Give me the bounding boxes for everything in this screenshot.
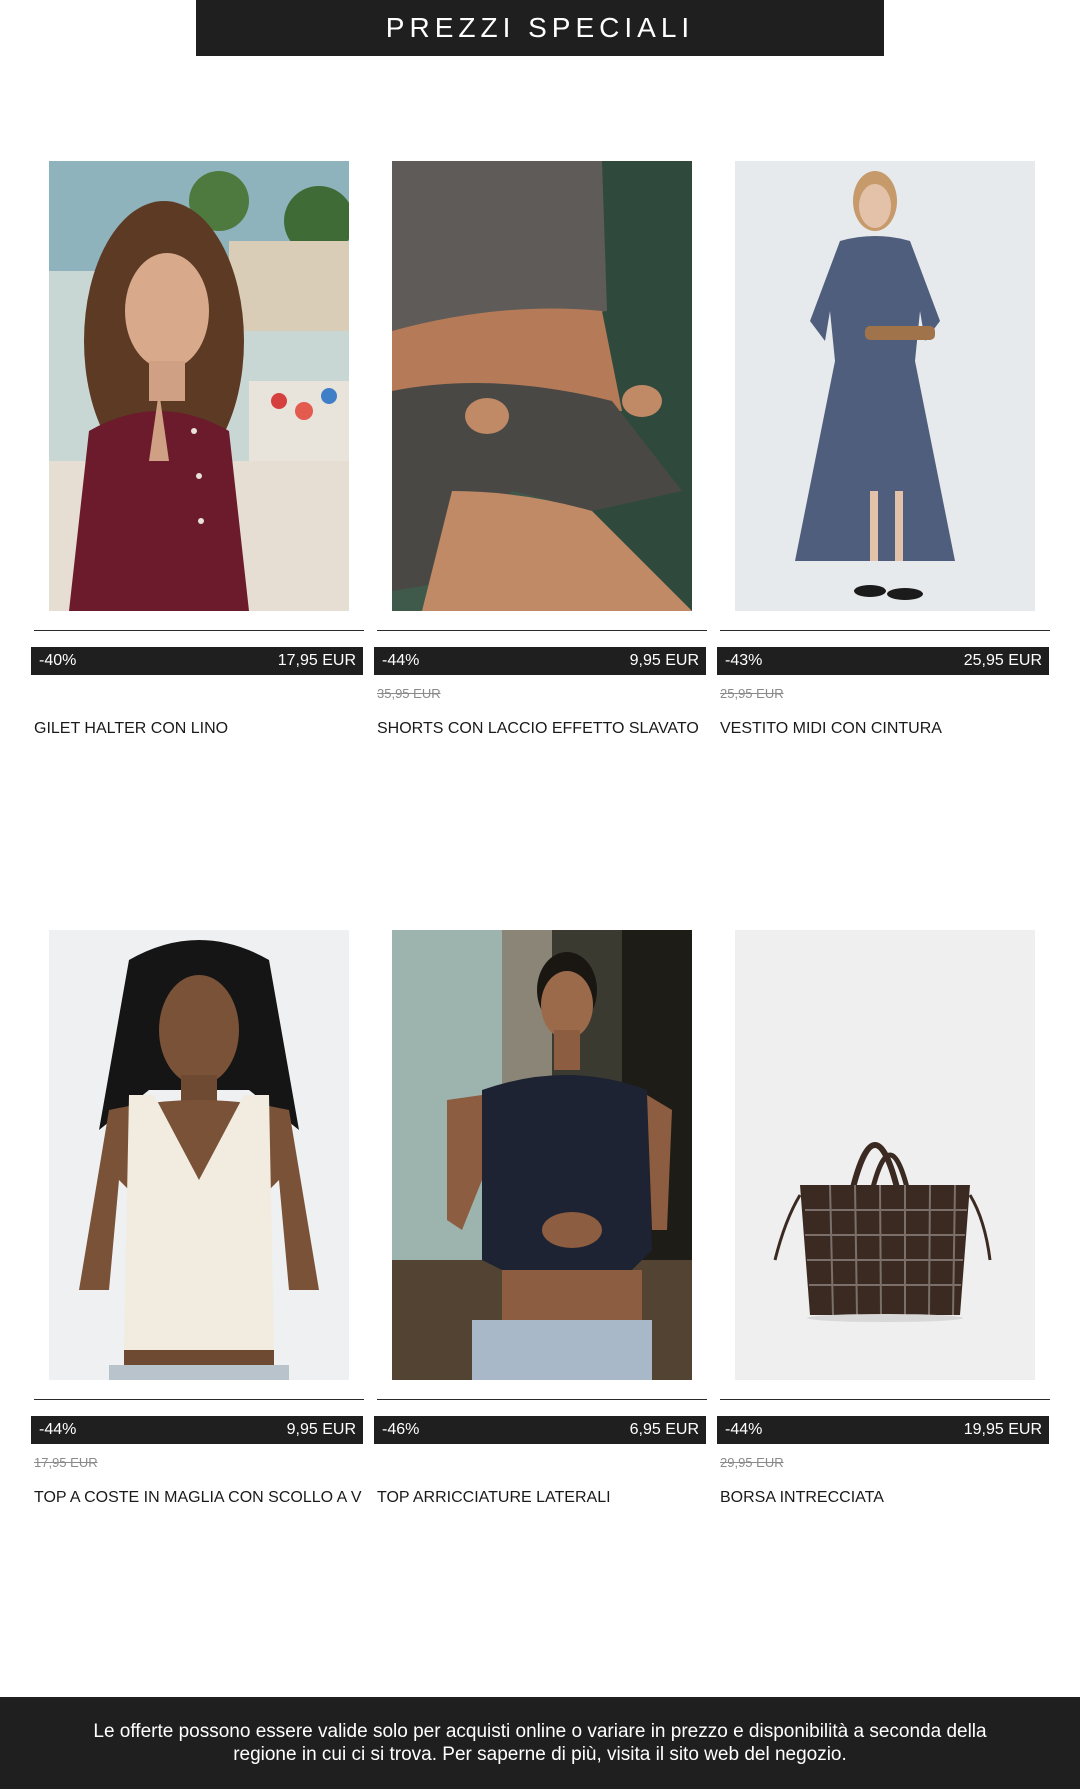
product-name[interactable]: GILET HALTER CON LINO	[34, 719, 364, 739]
price-bar[interactable]: -43% 25,95 EUR	[717, 647, 1049, 675]
discount-badge: -43%	[725, 652, 763, 669]
shorts-photo	[392, 161, 692, 611]
product-name[interactable]: BORSA INTRECCIATA	[720, 1488, 1050, 1508]
price-bar[interactable]: -46% 6,95 EUR	[374, 1416, 706, 1444]
sale-price: 19,95 EUR	[963, 1421, 1042, 1438]
halter-vest-photo	[49, 161, 349, 611]
midi-dress-photo	[735, 161, 1035, 611]
sale-price: 25,95 EUR	[963, 652, 1042, 669]
product-image-ruched-top[interactable]	[392, 930, 692, 1380]
original-price: 25,95 EUR	[720, 686, 784, 701]
knit-top-photo	[49, 930, 349, 1380]
ruched-top-photo	[392, 930, 692, 1380]
disclaimer-footer: Le offerte possono essere valide solo pe…	[0, 1697, 1080, 1789]
product-name[interactable]: VESTITO MIDI CON CINTURA	[720, 719, 1050, 739]
product-image-midi-dress[interactable]	[735, 161, 1035, 611]
email-page: PREZZI SPECIALI -40% 17,95 EUR GILET HAL…	[0, 0, 1080, 1789]
divider-line	[377, 1399, 707, 1400]
discount-badge: -40%	[39, 652, 77, 669]
sale-price: 9,95 EUR	[286, 1421, 356, 1438]
price-bar[interactable]: -44% 9,95 EUR	[31, 1416, 363, 1444]
price-bar[interactable]: -40% 17,95 EUR	[31, 647, 363, 675]
product-name[interactable]: TOP ARRICCIATURE LATERALI	[377, 1488, 707, 1508]
divider-line	[34, 630, 364, 631]
discount-badge: -44%	[382, 652, 420, 669]
banner-title: PREZZI SPECIALI	[385, 12, 695, 43]
woven-bag-photo	[735, 930, 1035, 1380]
price-bar[interactable]: -44% 9,95 EUR	[374, 647, 706, 675]
price-bar[interactable]: -44% 19,95 EUR	[717, 1416, 1049, 1444]
discount-badge: -44%	[39, 1421, 77, 1438]
special-prices-banner: PREZZI SPECIALI	[196, 0, 884, 56]
product-name[interactable]: TOP A COSTE IN MAGLIA CON SCOLLO A V	[34, 1488, 364, 1508]
sale-price: 6,95 EUR	[629, 1421, 699, 1438]
divider-line	[720, 1399, 1050, 1400]
product-image-halter-vest[interactable]	[49, 161, 349, 611]
product-name[interactable]: SHORTS CON LACCIO EFFETTO SLAVATO	[377, 719, 707, 739]
divider-line	[377, 630, 707, 631]
discount-badge: -44%	[725, 1421, 763, 1438]
disclaimer-text: Le offerte possono essere valide solo pe…	[93, 1721, 987, 1765]
product-image-woven-bag[interactable]	[735, 930, 1035, 1380]
sale-price: 9,95 EUR	[629, 652, 699, 669]
product-image-knit-top[interactable]	[49, 930, 349, 1380]
discount-badge: -46%	[382, 1421, 420, 1438]
divider-line	[34, 1399, 364, 1400]
original-price: 17,95 EUR	[34, 1455, 98, 1470]
original-price: 35,95 EUR	[377, 686, 441, 701]
sale-price: 17,95 EUR	[277, 652, 356, 669]
original-price: 29,95 EUR	[720, 1455, 784, 1470]
divider-line	[720, 630, 1050, 631]
product-image-shorts[interactable]	[392, 161, 692, 611]
